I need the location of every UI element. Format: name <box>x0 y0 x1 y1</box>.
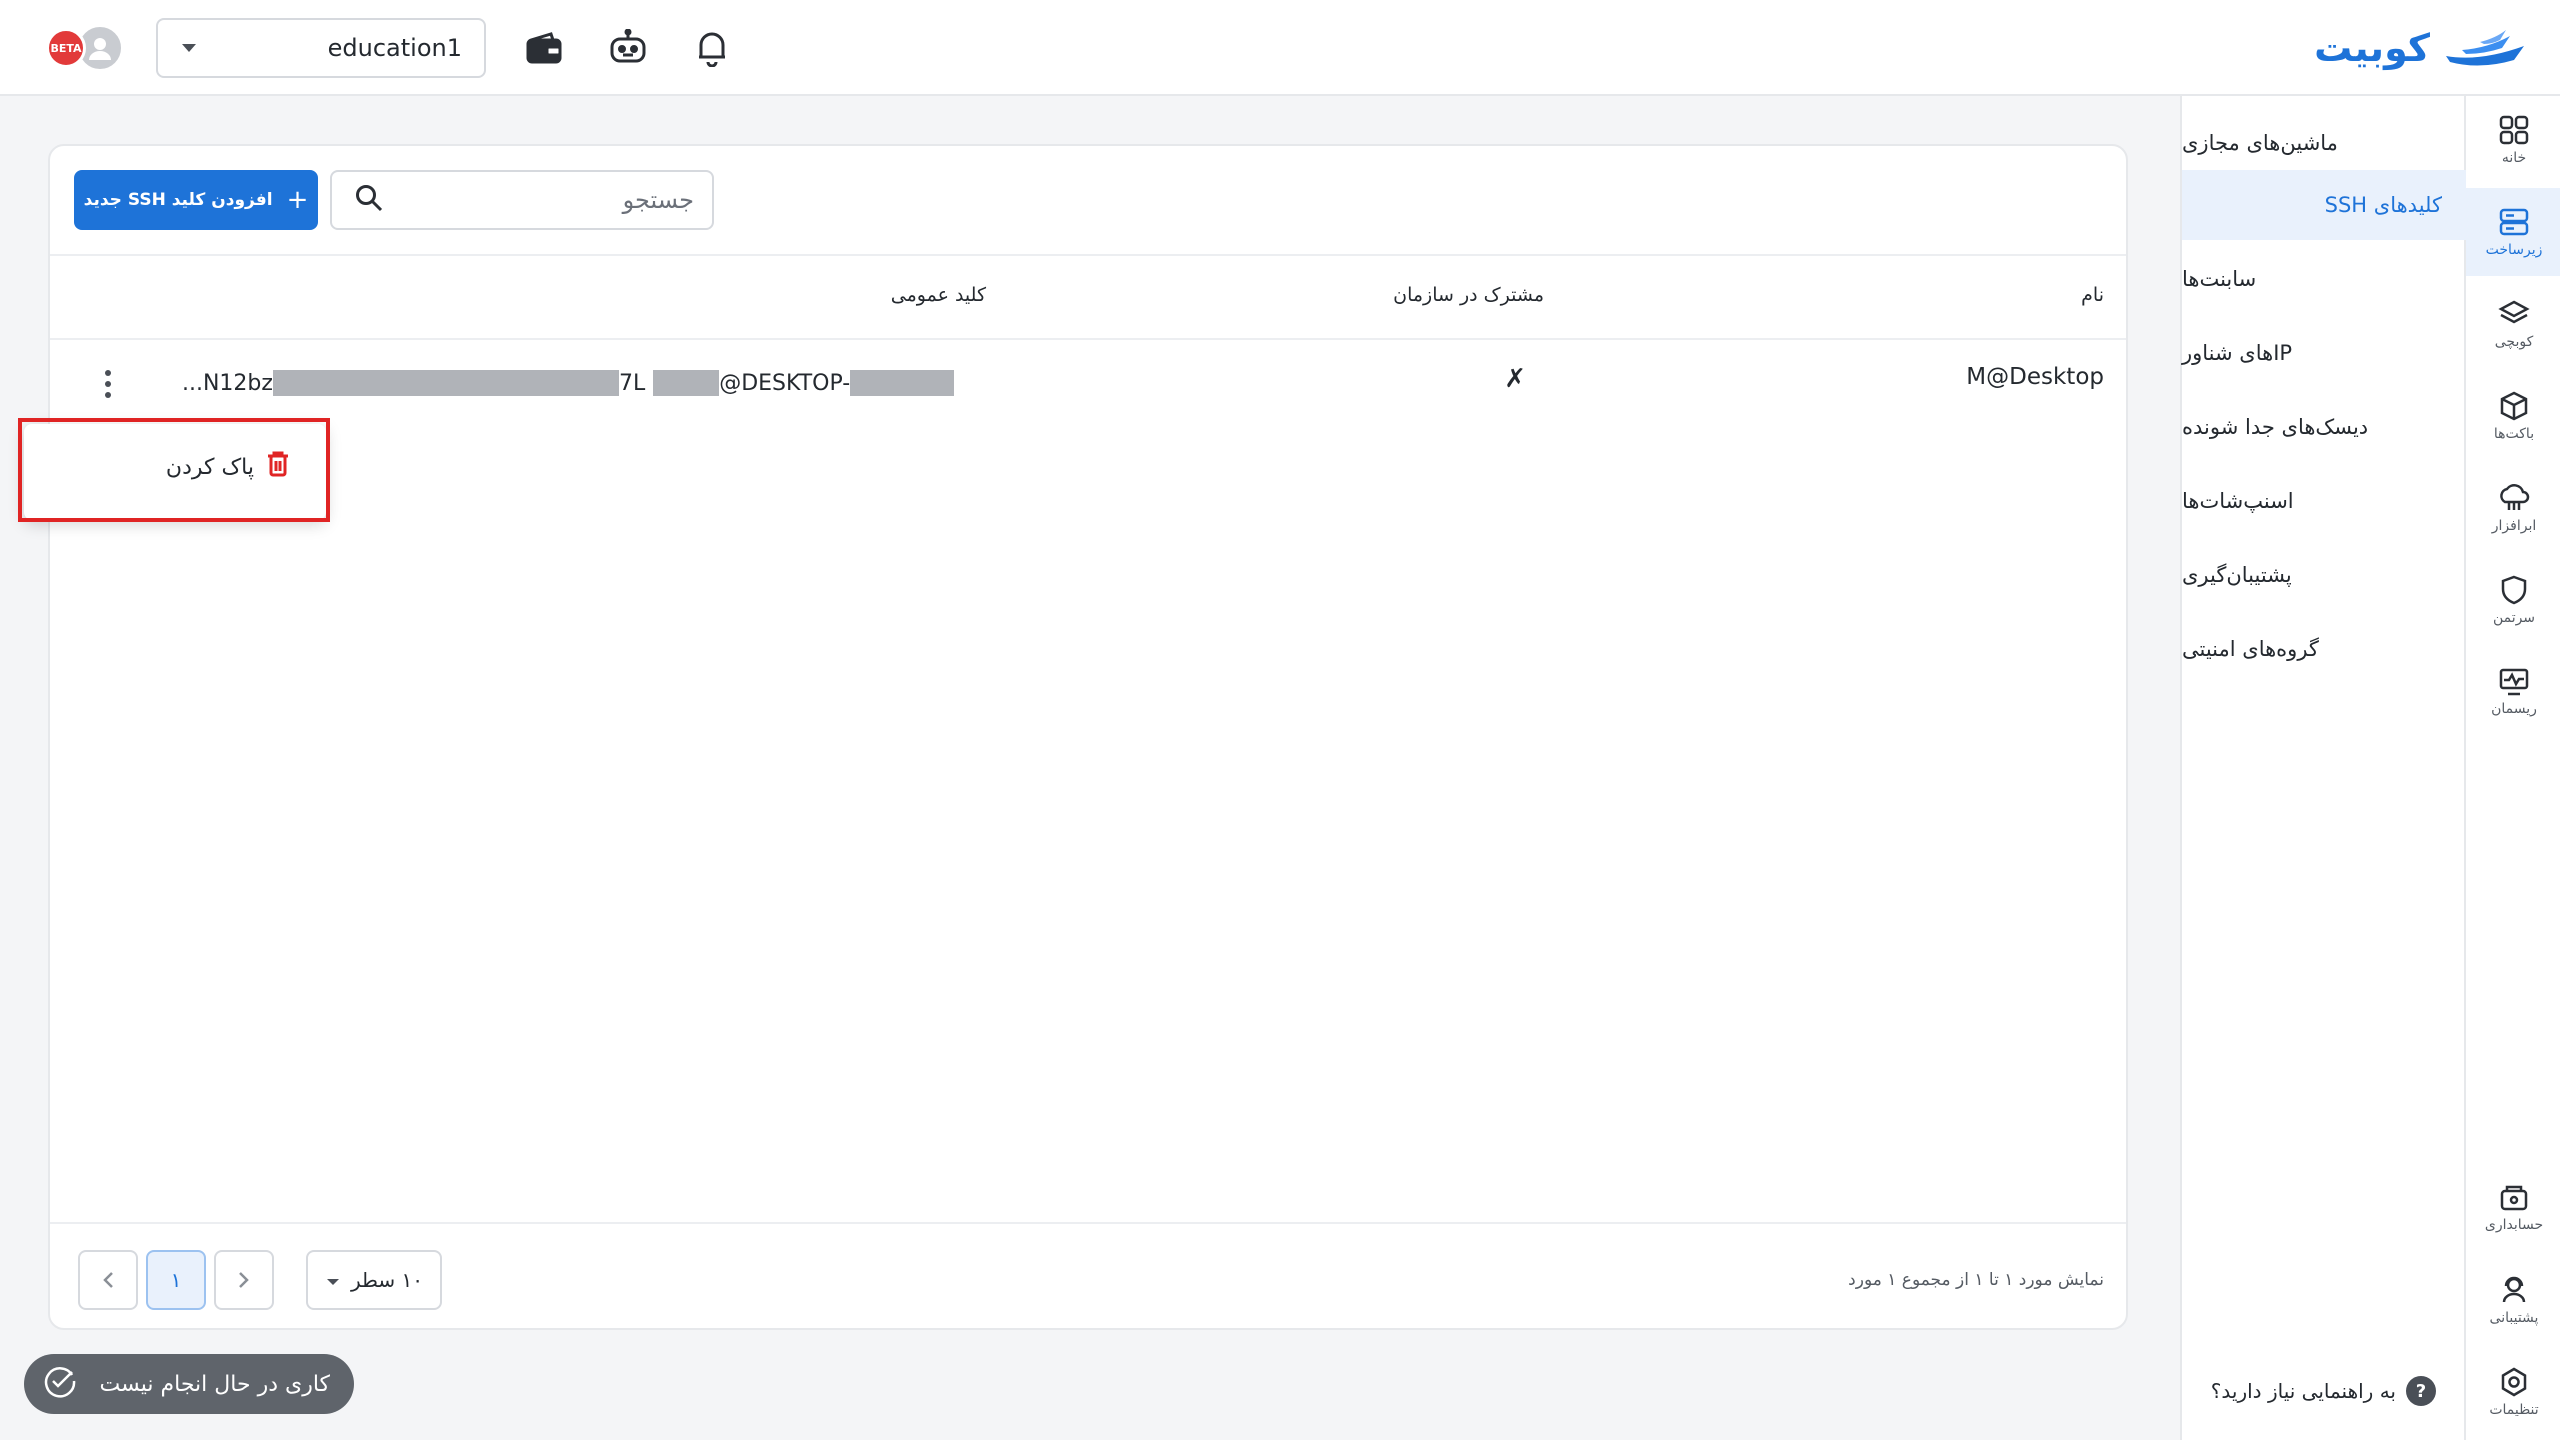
rail-label: کوبچی <box>2494 334 2534 350</box>
rail-item-cloud-software[interactable]: ابرافزار <box>2466 464 2560 552</box>
add-ssh-key-button[interactable]: + افزودن کلید SSH جدید <box>74 170 318 230</box>
rail-item-infrastructure[interactable]: زیرساخت <box>2466 188 2560 276</box>
beta-badge: BETA <box>46 28 86 68</box>
help-text: به راهنمایی نیاز دارید؟ <box>2210 1379 2396 1403</box>
public-key-value: ...N12bz 7L @DESKTOP- <box>182 366 955 400</box>
project-select[interactable]: education1 <box>156 18 486 78</box>
task-status-pill[interactable]: کاری در حال انجام نیست <box>24 1354 354 1414</box>
grid-icon <box>2499 115 2529 145</box>
subnav-item-subnets[interactable]: سابنت‌ها <box>2182 244 2466 314</box>
search-icon[interactable] <box>354 183 384 217</box>
layers-icon <box>2498 300 2530 324</box>
rows-per-page-select[interactable]: ۱۰ سطر <box>306 1250 442 1310</box>
question-icon: ? <box>2406 1376 2436 1406</box>
wallet-icon[interactable] <box>522 26 566 70</box>
delete-label: پاک کردن <box>165 454 254 480</box>
key-name: M@Desktop <box>1966 364 2104 390</box>
rail-label: ریسمان <box>2491 701 2537 717</box>
shared-status: ✗ <box>1504 364 1526 394</box>
next-page-button[interactable] <box>78 1250 138 1310</box>
rail-label: ابرافزار <box>2491 518 2537 534</box>
subnav-item-snapshots[interactable]: اسنپ‌شات‌ها <box>2182 466 2466 536</box>
previous-page-button[interactable] <box>214 1250 274 1310</box>
column-header-name: نام <box>2081 284 2104 306</box>
subnav-item-virtual-machines[interactable]: ماشین‌های مجازی <box>2182 108 2466 178</box>
key-mid: 7L <box>618 370 646 396</box>
search-box <box>330 170 714 230</box>
chevron-right-icon <box>239 1272 249 1288</box>
chevron-down-icon <box>180 39 198 58</box>
logo[interactable]: کوبیت <box>2314 22 2528 74</box>
sub-navigation: ماشین‌های مجازی کلیدهای SSH سابنت‌ها IPه… <box>2180 96 2466 1440</box>
task-status-text: کاری در حال انجام نیست <box>99 1371 330 1397</box>
user-menu[interactable]: BETA <box>46 24 126 72</box>
redacted-block <box>272 370 619 396</box>
gear-icon <box>2501 1367 2527 1397</box>
rail-label: سرتمن <box>2492 610 2536 626</box>
chevron-down-icon <box>325 1268 341 1292</box>
rail-item-home[interactable]: خانه <box>2466 96 2560 184</box>
subnav-item-floating-ips[interactable]: IPهای شناور <box>2182 318 2466 388</box>
rail-label: حسابداری <box>2484 1217 2544 1233</box>
cube-icon <box>2500 391 2528 421</box>
rail-label: تنظیمات <box>2489 1402 2539 1418</box>
table-header: نام مشترک در سازمان کلید عمومی <box>50 254 2126 340</box>
rows-per-page-value: ۱۰ سطر <box>350 1268 424 1292</box>
chevron-left-icon <box>103 1272 113 1288</box>
rail-item-support[interactable]: پشتیبانی <box>2466 1256 2560 1344</box>
subnav-item-backup[interactable]: پشتیبان‌گیری <box>2182 540 2466 610</box>
rail-item-kubchi[interactable]: کوبچی <box>2466 280 2560 368</box>
pagination-summary: نمایش مورد ۱ تا ۱ از مجموع ۱ مورد <box>1848 1270 2104 1290</box>
row-context-menu: پاک کردن <box>24 424 326 520</box>
rail-item-buckets[interactable]: باکت‌ها <box>2466 372 2560 460</box>
key-host: @DESKTOP- <box>719 370 851 396</box>
row-actions-kebab-icon[interactable] <box>96 364 120 404</box>
column-header-shared: مشترک در سازمان <box>1393 284 1544 306</box>
plus-icon: + <box>286 185 309 215</box>
add-ssh-key-label: افزودن کلید SSH جدید <box>83 190 273 210</box>
rail-label: پشتیبانی <box>2489 1310 2539 1326</box>
key-start: ...N12bz <box>182 370 273 396</box>
logo-text: کوبیت <box>2314 26 2430 70</box>
support-icon <box>2502 1276 2526 1303</box>
robot-assistant-icon[interactable] <box>606 26 650 70</box>
cloud-icon <box>2500 484 2530 510</box>
project-name: education1 <box>327 34 462 62</box>
ssh-keys-card: + افزودن کلید SSH جدید نام مشترک در سازم… <box>48 144 2128 1330</box>
check-circle-icon <box>42 1363 78 1405</box>
icon-rail: خانه زیرساخت کوبچی باکت‌ها ابرافزار سرتم… <box>2464 96 2560 1440</box>
table-footer: ۱ ۱۰ سطر نمایش مورد ۱ تا ۱ از مجموع ۱ مو… <box>50 1222 2126 1330</box>
boat-logo-icon <box>2440 26 2528 70</box>
rail-item-settings[interactable]: تنظیمات <box>2466 1348 2560 1436</box>
wallet-icon <box>2500 1185 2528 1211</box>
monitor-icon <box>2499 668 2529 696</box>
rail-label: زیرساخت <box>2485 242 2543 258</box>
delete-menu-item[interactable]: پاک کردن <box>166 450 290 484</box>
page-button-1[interactable]: ۱ <box>146 1250 206 1310</box>
rail-item-accounting[interactable]: حسابداری <box>2466 1164 2560 1252</box>
rail-label: خانه <box>2501 150 2527 166</box>
search-input[interactable] <box>404 186 694 214</box>
top-bar: کوبیت education1 BETA <box>0 0 2560 96</box>
server-icon <box>2499 208 2529 236</box>
column-header-public-key: کلید عمومی <box>890 284 986 306</box>
subnav-item-ssh-keys[interactable]: کلیدهای SSH <box>2182 170 2466 240</box>
subnav-item-detachable-disks[interactable]: دیسک‌های جدا شونده <box>2182 392 2466 462</box>
rail-item-security[interactable]: سرتمن <box>2466 556 2560 644</box>
redacted-block <box>653 370 720 396</box>
rail-label: باکت‌ها <box>2493 426 2535 442</box>
notification-bell-icon[interactable] <box>690 26 734 70</box>
redacted-block <box>850 370 955 396</box>
table-row: M@Desktop ✗ ...N12bz 7L @DESKTOP- <box>50 340 2126 424</box>
shield-icon <box>2501 575 2527 605</box>
subnav-item-security-groups[interactable]: گروه‌های امنیتی <box>2182 614 2466 684</box>
rail-item-monitoring[interactable]: ریسمان <box>2466 648 2560 736</box>
help-link[interactable]: ? به راهنمایی نیاز دارید؟ <box>2211 1376 2436 1406</box>
trash-icon <box>266 450 290 484</box>
